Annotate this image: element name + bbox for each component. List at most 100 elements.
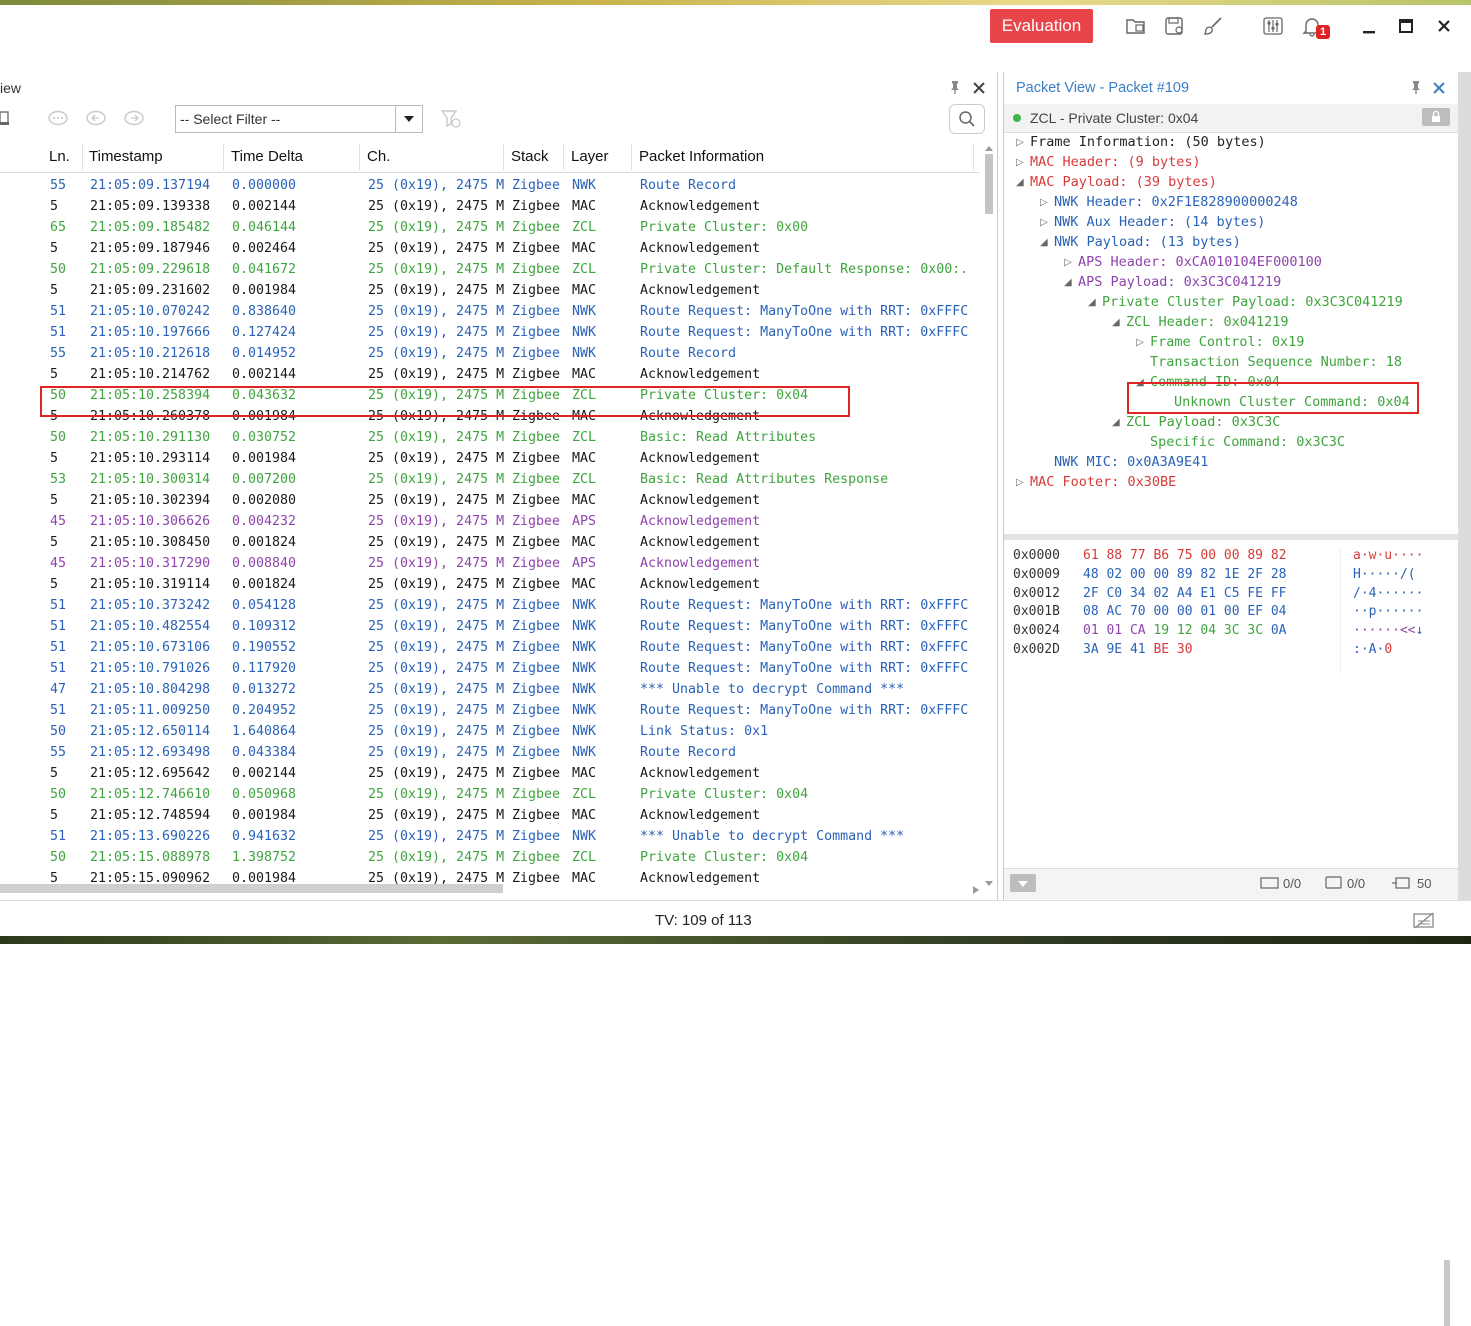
packet-row[interactable]: 5 21:05:10.302394 0.002080 25 (0x19), 2475 … xyxy=(0,490,980,511)
column-header-stack[interactable]: Stack xyxy=(511,148,549,165)
expand-triangle-icon[interactable]: ▷ xyxy=(1016,477,1024,488)
tree-node[interactable]: Transaction Sequence Number: 18 xyxy=(1150,354,1402,370)
pin-icon[interactable] xyxy=(1409,80,1423,97)
column-divider[interactable] xyxy=(223,144,224,170)
column-header-time-delta[interactable]: Time Delta xyxy=(231,148,303,165)
packet-row[interactable]: 5 21:05:09.231602 0.001984 25 (0x19), 2475 … xyxy=(0,280,980,301)
packet-row[interactable]: 51 21:05:10.373242 0.054128 25 (0x19), 2475… xyxy=(0,595,980,616)
bell-icon[interactable]: 1 xyxy=(1300,14,1330,39)
tree-node[interactable]: Frame Control: 0x19 xyxy=(1150,334,1304,350)
expand-triangle-icon[interactable]: ▷ xyxy=(1040,217,1048,228)
packet-row[interactable]: 5 21:05:10.308450 0.001824 25 (0x19), 2475 … xyxy=(0,532,980,553)
packet-row[interactable]: 55 21:05:12.693498 0.043384 25 (0x19), 2475… xyxy=(0,742,980,763)
settings-sliders-icon[interactable] xyxy=(1261,14,1285,38)
tree-node[interactable]: NWK MIC: 0x0A3A9E41 xyxy=(1054,454,1208,470)
minimize-icon[interactable] xyxy=(1357,14,1381,38)
expand-triangle-icon[interactable]: ▷ xyxy=(1064,257,1072,268)
chevron-down-icon[interactable] xyxy=(395,106,422,132)
collapse-triangle-icon[interactable]: ◢ xyxy=(1040,237,1048,248)
packet-row[interactable]: 55 21:05:10.212618 0.014952 25 (0x19), 2475… xyxy=(0,343,980,364)
packet-row[interactable]: 47 21:05:10.804298 0.013272 25 (0x19), 2475… xyxy=(0,679,980,700)
packet-row[interactable]: 5 21:05:12.695642 0.002144 25 (0x19), 2475 … xyxy=(0,763,980,784)
previous-comment-icon[interactable] xyxy=(85,110,107,131)
column-header-channel[interactable]: Ch. xyxy=(367,148,390,165)
collapse-triangle-icon[interactable]: ◢ xyxy=(1064,277,1072,288)
column-divider[interactable] xyxy=(82,144,83,170)
tree-node[interactable]: MAC Header: (9 bytes) xyxy=(1030,154,1201,170)
tree-node[interactable]: APS Payload: 0x3C3C041219 xyxy=(1078,274,1281,290)
packet-row[interactable]: 51 21:05:10.070242 0.838640 25 (0x19), 2475… xyxy=(0,301,980,322)
vertical-scrollbar[interactable] xyxy=(983,144,995,886)
tree-node[interactable]: MAC Footer: 0x30BE xyxy=(1030,474,1176,490)
tree-node[interactable]: ZCL Header: 0x041219 xyxy=(1126,314,1289,330)
packet-row[interactable]: 51 21:05:10.482554 0.109312 25 (0x19), 2475… xyxy=(0,616,980,637)
column-header-timestamp[interactable]: Timestamp xyxy=(89,148,163,165)
open-folder-icon[interactable] xyxy=(1124,14,1148,38)
comment-icon[interactable] xyxy=(47,110,69,131)
collapse-triangle-icon[interactable]: ◢ xyxy=(1112,317,1120,328)
column-divider[interactable] xyxy=(563,144,564,170)
packet-row[interactable]: 5 21:05:10.319114 0.001824 25 (0x19), 2475 … xyxy=(0,574,980,595)
brush-icon[interactable] xyxy=(1202,14,1226,38)
tree-node[interactable]: MAC Payload: (39 bytes) xyxy=(1030,174,1217,190)
packet-row[interactable]: 65 21:05:09.185482 0.046144 25 (0x19), 2475… xyxy=(0,217,980,238)
collapse-triangle-icon[interactable]: ◢ xyxy=(1112,417,1120,428)
packet-row[interactable]: 51 21:05:10.197666 0.127424 25 (0x19), 2475… xyxy=(0,322,980,343)
expand-triangle-icon[interactable]: ▷ xyxy=(1016,137,1024,148)
search-button[interactable] xyxy=(949,104,985,134)
packet-row[interactable]: 51 21:05:10.673106 0.190552 25 (0x19), 2475… xyxy=(0,637,980,658)
column-header-layer[interactable]: Layer xyxy=(571,148,609,165)
hex-bytes[interactable]: 48 02 00 00 89 82 1E 2F 28 xyxy=(1083,567,1287,582)
packet-row[interactable]: 45 21:05:10.306626 0.004232 25 (0x19), 2475… xyxy=(0,511,980,532)
packet-row[interactable]: 50 21:05:12.650114 1.640864 25 (0x19), 2475… xyxy=(0,721,980,742)
packet-row[interactable]: 45 21:05:10.317290 0.008840 25 (0x19), 2475… xyxy=(0,553,980,574)
save-icon[interactable] xyxy=(1163,14,1187,38)
next-comment-icon[interactable] xyxy=(123,110,145,131)
column-header-ln[interactable]: Ln. xyxy=(49,148,70,165)
packet-row[interactable]: 5 21:05:10.214762 0.002144 25 (0x19), 2475 … xyxy=(0,364,980,385)
scrollbar-thumb[interactable] xyxy=(985,154,993,214)
packet-row[interactable]: 51 21:05:13.690226 0.941632 25 (0x19), 2475… xyxy=(0,826,980,847)
packet-row[interactable]: 50 21:05:15.088978 1.398752 25 (0x19), 2475… xyxy=(0,847,980,868)
tree-node[interactable]: Specific Command: 0x3C3C xyxy=(1150,434,1345,450)
packet-row[interactable]: 5 21:05:12.748594 0.001984 25 (0x19), 2475 … xyxy=(0,805,980,826)
export-icon[interactable] xyxy=(0,110,10,131)
tree-node[interactable]: NWK Header: 0x2F1E828900000248 xyxy=(1054,194,1298,210)
close-icon[interactable] xyxy=(1432,14,1456,38)
tree-node[interactable]: NWK Aux Header: (14 bytes) xyxy=(1054,214,1265,230)
packet-row[interactable]: 51 21:05:11.009250 0.204952 25 (0x19), 2475… xyxy=(0,700,980,721)
packet-row[interactable]: 55 21:05:09.137194 0.000000 25 (0x19), 2475… xyxy=(0,175,980,196)
collapse-triangle-icon[interactable]: ◢ xyxy=(1016,177,1024,188)
packet-row[interactable]: 53 21:05:10.300314 0.007200 25 (0x19), 2475… xyxy=(0,469,980,490)
column-divider[interactable] xyxy=(359,144,360,170)
hex-bytes[interactable]: 3A 9E 41 BE 30 xyxy=(1083,642,1193,657)
tree-node[interactable]: ZCL Payload: 0x3C3C xyxy=(1126,414,1280,430)
column-divider[interactable] xyxy=(503,144,504,170)
pin-icon[interactable] xyxy=(948,80,962,97)
filter-select[interactable]: -- Select Filter -- xyxy=(175,105,423,133)
vertical-scrollbar-thumb[interactable] xyxy=(1444,1260,1450,1326)
packet-row[interactable]: 5 21:05:09.187946 0.002464 25 (0x19), 2475 … xyxy=(0,238,980,259)
hex-bytes[interactable]: 08 AC 70 00 00 01 00 EF 04 xyxy=(1083,604,1287,619)
close-panel-icon[interactable] xyxy=(973,81,985,97)
tree-node[interactable]: Frame Information: (50 bytes) xyxy=(1030,134,1266,150)
hex-bytes[interactable]: 01 01 CA 19 12 04 3C 3C 0A xyxy=(1083,623,1287,638)
lock-button[interactable] xyxy=(1422,108,1450,126)
tree-node[interactable]: Private Cluster Payload: 0x3C3C041219 xyxy=(1102,294,1403,310)
packet-row[interactable]: 50 21:05:09.229618 0.041672 25 (0x19), 2475… xyxy=(0,259,980,280)
column-header-packet-information[interactable]: Packet Information xyxy=(639,148,764,165)
tree-node[interactable]: NWK Payload: (13 bytes) xyxy=(1054,234,1241,250)
packet-row[interactable]: 51 21:05:10.791026 0.117920 25 (0x19), 2475… xyxy=(0,658,980,679)
expand-button[interactable] xyxy=(1010,874,1036,892)
collapse-triangle-icon[interactable]: ◢ xyxy=(1088,297,1096,308)
packet-row[interactable]: 5 21:05:10.293114 0.001984 25 (0x19), 2475 … xyxy=(0,448,980,469)
clear-filter-icon[interactable] xyxy=(440,108,462,133)
hex-bytes[interactable]: 2F C0 34 02 A4 E1 C5 FE FF xyxy=(1083,586,1287,601)
column-divider[interactable] xyxy=(631,144,632,170)
packet-row[interactable]: 50 21:05:12.746610 0.050968 25 (0x19), 2475… xyxy=(0,784,980,805)
tree-node[interactable]: APS Header: 0xCA010104EF000100 xyxy=(1078,254,1322,270)
horizontal-scrollbar-thumb[interactable] xyxy=(0,884,503,893)
evaluation-button[interactable]: Evaluation xyxy=(990,9,1093,43)
packet-row[interactable]: 50 21:05:10.291130 0.030752 25 (0x19), 2475… xyxy=(0,427,980,448)
close-panel-icon[interactable] xyxy=(1433,81,1445,97)
